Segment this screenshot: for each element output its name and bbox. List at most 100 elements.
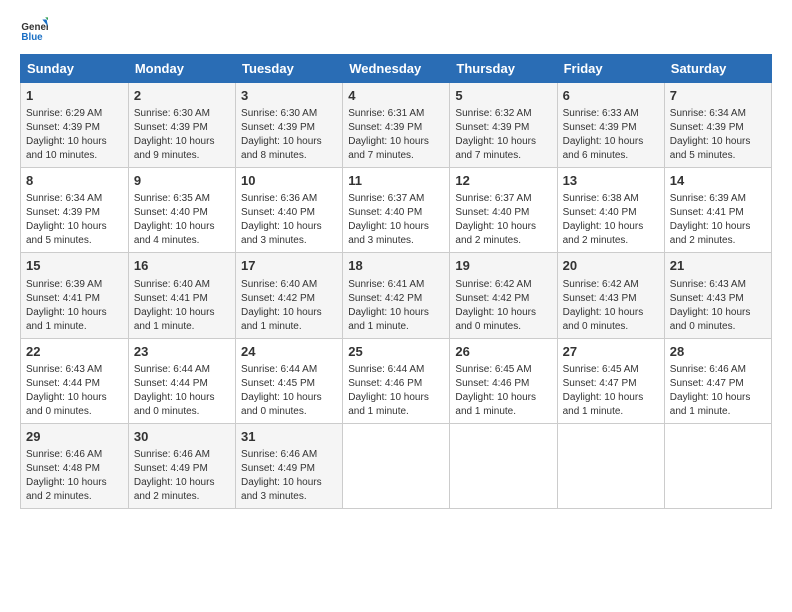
day-info: Sunrise: 6:42 AMSunset: 4:43 PMDaylight:… <box>563 278 659 334</box>
calendar-cell: 12Sunrise: 6:37 AMSunset: 4:40 PMDayligh… <box>450 168 557 253</box>
calendar-table: SundayMondayTuesdayWednesdayThursdayFrid… <box>20 54 772 509</box>
day-info: Sunrise: 6:34 AMSunset: 4:39 PMDaylight:… <box>670 107 766 163</box>
day-number: 28 <box>670 343 766 361</box>
day-info: Sunrise: 6:43 AMSunset: 4:44 PMDaylight:… <box>26 363 123 419</box>
col-header-thursday: Thursday <box>450 55 557 83</box>
col-header-wednesday: Wednesday <box>343 55 450 83</box>
calendar-cell: 10Sunrise: 6:36 AMSunset: 4:40 PMDayligh… <box>236 168 343 253</box>
day-info: Sunrise: 6:43 AMSunset: 4:43 PMDaylight:… <box>670 278 766 334</box>
day-info: Sunrise: 6:45 AMSunset: 4:46 PMDaylight:… <box>455 363 551 419</box>
calendar-cell: 9 Sunrise: 6:35 AMSunset: 4:40 PMDaylight… <box>128 168 235 253</box>
calendar-cell: 11 Sunrise: 6:37 AMSunset: 4:40 PMDayligh… <box>343 168 450 253</box>
week-row-5: 29 Sunrise: 6:46 AMSunset: 4:48 PMDayligh… <box>21 423 772 508</box>
calendar-cell: 1 Sunrise: 6:29 AMSunset: 4:39 PMDaylight… <box>21 83 129 168</box>
calendar-cell: 4Sunrise: 6:31 AMSunset: 4:39 PMDaylight… <box>343 83 450 168</box>
svg-text:Blue: Blue <box>21 32 43 43</box>
day-number: 21 <box>670 257 766 275</box>
day-info: Sunrise: 6:46 AMSunset: 4:47 PMDaylight:… <box>670 363 766 419</box>
day-info: Sunrise: 6:33 AMSunset: 4:39 PMDaylight:… <box>563 107 659 163</box>
calendar-cell: 8 Sunrise: 6:34 AMSunset: 4:39 PMDaylight… <box>21 168 129 253</box>
day-number: 29 <box>26 428 123 446</box>
day-number: 5 <box>455 87 551 105</box>
day-info: Sunrise: 6:38 AMSunset: 4:40 PMDaylight:… <box>563 192 659 248</box>
week-row-1: 1 Sunrise: 6:29 AMSunset: 4:39 PMDaylight… <box>21 83 772 168</box>
day-number: 10 <box>241 172 337 190</box>
day-info: Sunrise: 6:39 AMSunset: 4:41 PMDaylight:… <box>26 278 123 334</box>
col-header-friday: Friday <box>557 55 664 83</box>
calendar-cell: 25 Sunrise: 6:44 AMSunset: 4:46 PMDayligh… <box>343 338 450 423</box>
col-header-saturday: Saturday <box>664 55 771 83</box>
day-number: 9 <box>134 172 230 190</box>
day-number: 25 <box>348 343 444 361</box>
day-info: Sunrise: 6:30 AMSunset: 4:39 PMDaylight:… <box>134 107 230 163</box>
day-number: 7 <box>670 87 766 105</box>
day-number: 8 <box>26 172 123 190</box>
day-number: 6 <box>563 87 659 105</box>
day-info: Sunrise: 6:37 AMSunset: 4:40 PMDaylight:… <box>455 192 551 248</box>
calendar-cell: 3 Sunrise: 6:30 AMSunset: 4:39 PMDaylight… <box>236 83 343 168</box>
calendar-cell: 2 Sunrise: 6:30 AMSunset: 4:39 PMDaylight… <box>128 83 235 168</box>
day-info: Sunrise: 6:30 AMSunset: 4:39 PMDaylight:… <box>241 107 337 163</box>
day-number: 14 <box>670 172 766 190</box>
calendar-cell <box>343 423 450 508</box>
calendar-cell: 7 Sunrise: 6:34 AMSunset: 4:39 PMDaylight… <box>664 83 771 168</box>
day-number: 4 <box>348 87 444 105</box>
day-info: Sunrise: 6:34 AMSunset: 4:39 PMDaylight:… <box>26 192 123 248</box>
day-number: 31 <box>241 428 337 446</box>
day-info: Sunrise: 6:46 AMSunset: 4:49 PMDaylight:… <box>134 448 230 504</box>
day-number: 27 <box>563 343 659 361</box>
day-info: Sunrise: 6:32 AMSunset: 4:39 PMDaylight:… <box>455 107 551 163</box>
calendar-cell: 21 Sunrise: 6:43 AMSunset: 4:43 PMDayligh… <box>664 253 771 338</box>
day-number: 16 <box>134 257 230 275</box>
day-info: Sunrise: 6:46 AMSunset: 4:49 PMDaylight:… <box>241 448 337 504</box>
day-number: 22 <box>26 343 123 361</box>
calendar-cell: 23Sunrise: 6:44 AMSunset: 4:44 PMDayligh… <box>128 338 235 423</box>
day-info: Sunrise: 6:44 AMSunset: 4:45 PMDaylight:… <box>241 363 337 419</box>
calendar-cell: 26 Sunrise: 6:45 AMSunset: 4:46 PMDayligh… <box>450 338 557 423</box>
day-number: 20 <box>563 257 659 275</box>
day-number: 30 <box>134 428 230 446</box>
calendar-cell: 14 Sunrise: 6:39 AMSunset: 4:41 PMDayligh… <box>664 168 771 253</box>
calendar-cell: 19 Sunrise: 6:42 AMSunset: 4:42 PMDayligh… <box>450 253 557 338</box>
day-info: Sunrise: 6:44 AMSunset: 4:44 PMDaylight:… <box>134 363 230 419</box>
week-row-4: 22 Sunrise: 6:43 AMSunset: 4:44 PMDayligh… <box>21 338 772 423</box>
week-row-3: 15 Sunrise: 6:39 AMSunset: 4:41 PMDayligh… <box>21 253 772 338</box>
logo-icon: General Blue <box>20 16 48 44</box>
calendar-cell: 5 Sunrise: 6:32 AMSunset: 4:39 PMDaylight… <box>450 83 557 168</box>
calendar-cell: 20 Sunrise: 6:42 AMSunset: 4:43 PMDayligh… <box>557 253 664 338</box>
calendar-cell: 18Sunrise: 6:41 AMSunset: 4:42 PMDayligh… <box>343 253 450 338</box>
day-info: Sunrise: 6:42 AMSunset: 4:42 PMDaylight:… <box>455 278 551 334</box>
day-info: Sunrise: 6:45 AMSunset: 4:47 PMDaylight:… <box>563 363 659 419</box>
day-number: 17 <box>241 257 337 275</box>
day-number: 19 <box>455 257 551 275</box>
calendar-cell: 22 Sunrise: 6:43 AMSunset: 4:44 PMDayligh… <box>21 338 129 423</box>
calendar-cell: 27 Sunrise: 6:45 AMSunset: 4:47 PMDayligh… <box>557 338 664 423</box>
col-header-tuesday: Tuesday <box>236 55 343 83</box>
day-number: 11 <box>348 172 444 190</box>
day-info: Sunrise: 6:39 AMSunset: 4:41 PMDaylight:… <box>670 192 766 248</box>
day-info: Sunrise: 6:40 AMSunset: 4:42 PMDaylight:… <box>241 278 337 334</box>
col-header-sunday: Sunday <box>21 55 129 83</box>
col-header-monday: Monday <box>128 55 235 83</box>
day-info: Sunrise: 6:44 AMSunset: 4:46 PMDaylight:… <box>348 363 444 419</box>
day-number: 26 <box>455 343 551 361</box>
day-info: Sunrise: 6:40 AMSunset: 4:41 PMDaylight:… <box>134 278 230 334</box>
day-number: 1 <box>26 87 123 105</box>
day-info: Sunrise: 6:37 AMSunset: 4:40 PMDaylight:… <box>348 192 444 248</box>
day-number: 2 <box>134 87 230 105</box>
day-info: Sunrise: 6:46 AMSunset: 4:48 PMDaylight:… <box>26 448 123 504</box>
calendar-cell: 31 Sunrise: 6:46 AMSunset: 4:49 PMDayligh… <box>236 423 343 508</box>
week-row-2: 8 Sunrise: 6:34 AMSunset: 4:39 PMDaylight… <box>21 168 772 253</box>
calendar-cell <box>557 423 664 508</box>
calendar-cell: 24 Sunrise: 6:44 AMSunset: 4:45 PMDayligh… <box>236 338 343 423</box>
day-number: 24 <box>241 343 337 361</box>
calendar-cell: 16 Sunrise: 6:40 AMSunset: 4:41 PMDayligh… <box>128 253 235 338</box>
calendar-cell: 30 Sunrise: 6:46 AMSunset: 4:49 PMDayligh… <box>128 423 235 508</box>
calendar-cell <box>664 423 771 508</box>
day-info: Sunrise: 6:35 AMSunset: 4:40 PMDaylight:… <box>134 192 230 248</box>
day-number: 3 <box>241 87 337 105</box>
day-info: Sunrise: 6:29 AMSunset: 4:39 PMDaylight:… <box>26 107 123 163</box>
day-number: 13 <box>563 172 659 190</box>
logo: General Blue <box>20 16 52 44</box>
day-number: 15 <box>26 257 123 275</box>
